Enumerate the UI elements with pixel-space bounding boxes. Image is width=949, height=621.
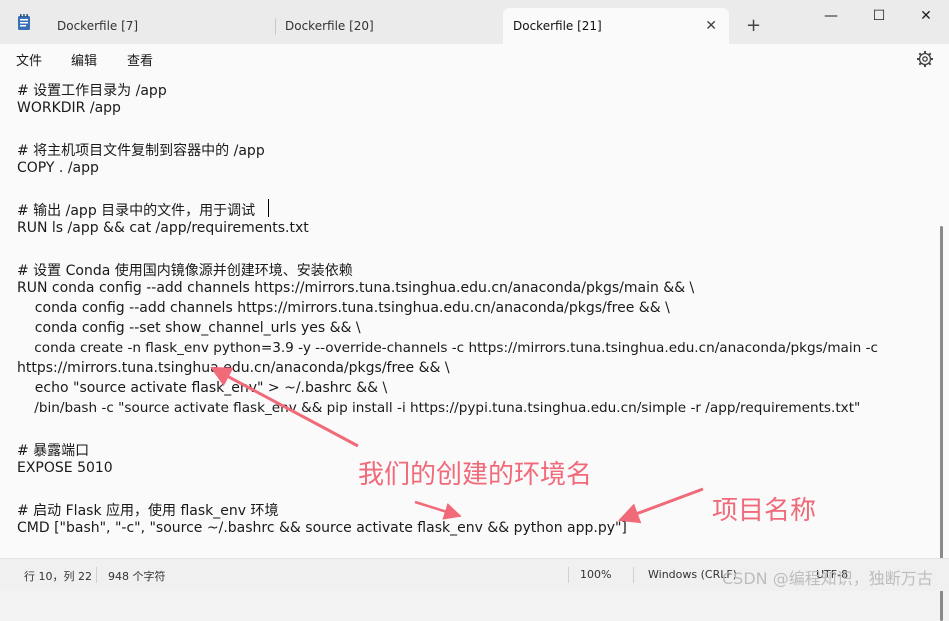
- status-divider: [633, 567, 634, 583]
- char-count: 948 个字符: [108, 570, 166, 583]
- arrow-to-env-name-cmd: [414, 500, 462, 520]
- status-divider: [568, 567, 569, 583]
- zoom-level: 100%: [580, 568, 612, 581]
- arrow-to-env-name: [210, 366, 359, 448]
- status-divider: [96, 567, 97, 583]
- watermark: CSDN @编程知识，独断万古: [722, 569, 933, 588]
- arrow-to-project-name: [618, 487, 704, 524]
- cursor-position: 行 10，列 22: [24, 570, 92, 583]
- annotation-env-name: 我们的创建的环境名: [358, 460, 593, 490]
- annotation-project-name: 项目名称: [712, 496, 817, 526]
